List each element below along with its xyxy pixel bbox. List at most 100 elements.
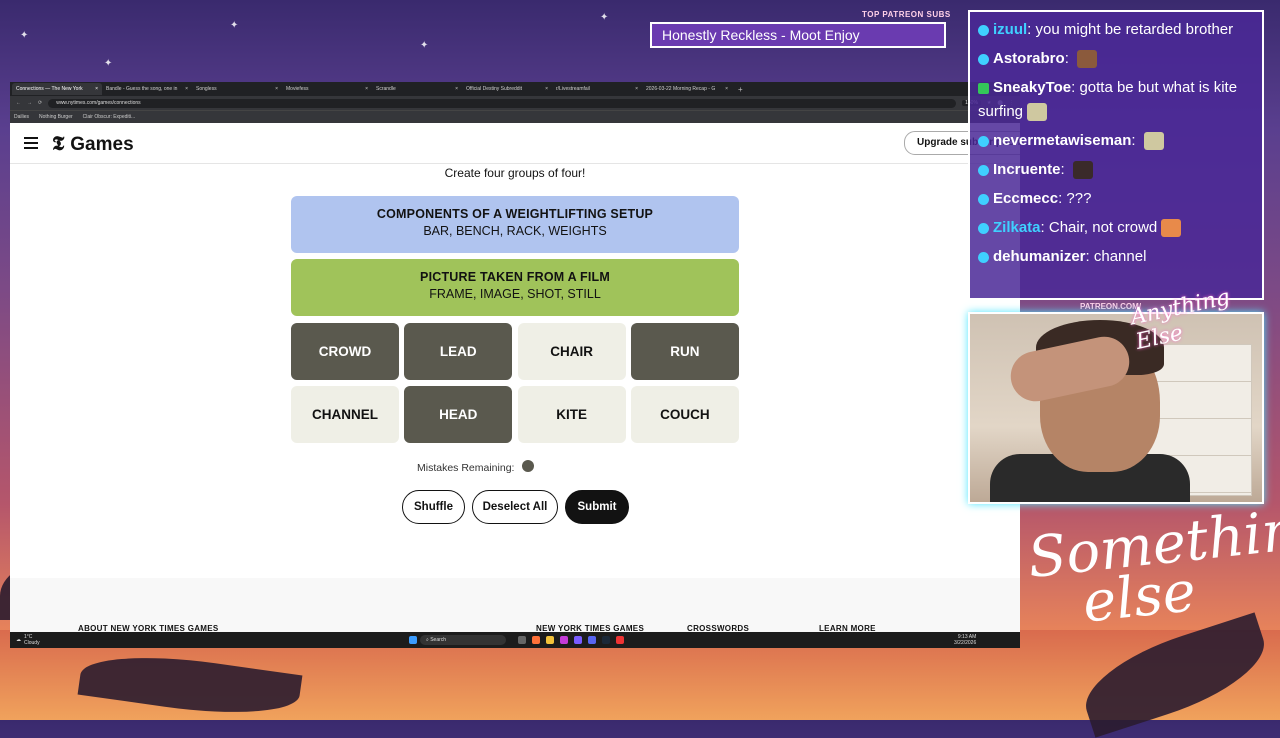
close-tab-icon[interactable]: ×	[272, 86, 278, 92]
tab-label: Connections — The New York	[16, 86, 83, 92]
word-tile-crowd[interactable]: CROWD	[291, 323, 399, 380]
discord-icon[interactable]	[588, 636, 596, 644]
chat-separator: :	[1060, 161, 1069, 178]
chat-message: nevermetawiseman:	[978, 129, 1254, 153]
submit-button[interactable]: Submit	[565, 490, 629, 524]
bookmark-item[interactable]: Dailies	[14, 114, 29, 120]
browser-tab[interactable]: Bandle - Guess the song, one in ×	[102, 83, 192, 95]
chat-separator: :	[1085, 248, 1094, 265]
mistake-dot	[522, 460, 535, 472]
chat-text: ???	[1066, 190, 1092, 207]
word-tile-head[interactable]: HEAD	[404, 386, 513, 443]
chat-username[interactable]: SneakyToe	[993, 79, 1071, 96]
weather-desc: Cloudy	[24, 640, 40, 646]
chat-badge-icon	[978, 164, 989, 176]
nyt-logo[interactable]: 𝕿 Games	[52, 131, 134, 156]
chat-username[interactable]: izuul	[993, 21, 1027, 38]
chat-message: SneakyToe: gotta be but what is kite sur…	[978, 76, 1254, 124]
chat-badge-icon	[978, 82, 989, 94]
browser-window: Connections — The New York × Bandle - Gues…	[10, 82, 1020, 648]
chat-badge-icon	[978, 193, 989, 205]
sparkle: ✦	[230, 20, 239, 31]
chat-username[interactable]: nevermetawiseman	[993, 132, 1131, 149]
close-tab-icon[interactable]: ×	[452, 86, 458, 92]
chat-badge-icon	[978, 251, 989, 263]
chrome-icon[interactable]	[616, 636, 624, 644]
chat-username[interactable]: Incruente	[993, 161, 1061, 178]
browser-tab[interactable]: Connections — The New York ×	[12, 83, 102, 95]
browser-tab[interactable]: Official Destiny Subreddit ×	[462, 83, 552, 95]
chat-badge-icon	[978, 53, 989, 65]
chat-text: channel	[1093, 248, 1147, 265]
word-tile-kite[interactable]: KITE	[517, 386, 626, 443]
url-field[interactable]: www.nytimes.com/games/connections	[48, 98, 957, 108]
word-tile-couch[interactable]: COUCH	[630, 386, 739, 443]
chat-emote-icon	[1027, 103, 1048, 122]
word-tile-run[interactable]: RUN	[630, 323, 739, 380]
group-title: COMPONENTS OF A WEIGHTLIFTING SETUP	[376, 207, 654, 221]
chat-badge-icon	[978, 24, 989, 36]
close-tab-icon[interactable]: ×	[362, 86, 368, 92]
close-tab-icon[interactable]: ×	[182, 86, 188, 92]
browser-tab[interactable]: 2026-03-22 Morning Recap - G ×	[642, 83, 732, 95]
address-bar-row: ← → ⟳ www.nytimes.com/games/connections …	[10, 96, 1020, 110]
chat-text: Chair, not crowd	[1048, 219, 1158, 236]
bookmark-item[interactable]: Clair Obscur: Expediti...	[83, 114, 136, 120]
taskbar-app-icons[interactable]	[515, 632, 627, 648]
forward-icon[interactable]: →	[27, 100, 32, 106]
chat-badge-icon	[978, 135, 989, 147]
chat-emote-icon	[1077, 50, 1098, 69]
word-tile-chair[interactable]: CHAIR	[517, 323, 626, 380]
chat-message: izuul: you might be retarded brother	[978, 18, 1254, 42]
solved-group-weightlifting: COMPONENTS OF A WEIGHTLIFTING SETUP BAR,…	[291, 196, 739, 253]
taskbar-search[interactable]: ⌕ Search	[420, 632, 506, 648]
back-icon[interactable]: ←	[16, 100, 21, 106]
task-view-icon[interactable]	[518, 636, 526, 644]
tab-label: Songless	[196, 86, 217, 92]
hamburger-menu-icon[interactable]	[24, 137, 38, 149]
windows-start-icon[interactable]	[406, 632, 420, 648]
chat-separator: :	[1040, 219, 1049, 236]
deselect-all-button[interactable]: Deselect All	[472, 490, 558, 524]
chat-message: Eccmecc: ???	[978, 187, 1254, 211]
browser-tab[interactable]: r/Livestreamfail ×	[552, 83, 642, 95]
chat-username[interactable]: Eccmecc	[993, 190, 1058, 207]
chat-username[interactable]: Zilkata	[993, 219, 1041, 236]
group-words: FRAME, IMAGE, SHOT, STILL	[429, 287, 601, 301]
weather-widget[interactable]: ☁ 1°C Cloudy	[16, 632, 40, 648]
chat-message: Incruente:	[978, 158, 1254, 182]
tab-label: Scrandle	[376, 86, 396, 92]
firefox-icon[interactable]	[532, 636, 540, 644]
browser-tab[interactable]: Moviefess ×	[282, 83, 372, 95]
close-tab-icon[interactable]: ×	[92, 86, 98, 92]
chat-username[interactable]: Astorabro	[993, 50, 1065, 67]
clock-date: 3/22/2026	[954, 640, 977, 646]
browser-tab[interactable]: Songless ×	[192, 83, 282, 95]
windows-taskbar: ☁ 1°C Cloudy ⌕ Search 9:13 AM 3/22/2026	[10, 632, 1020, 648]
chat-message: Astorabro:	[978, 47, 1254, 71]
app-icon[interactable]	[574, 636, 582, 644]
bookmark-item[interactable]: Nothing Burger	[39, 114, 73, 120]
chat-message: Zilkata: Chair, not crowd	[978, 216, 1254, 240]
steam-icon[interactable]	[602, 636, 610, 644]
chat-emote-icon	[1161, 219, 1182, 238]
browser-tab[interactable]: Scrandle ×	[372, 83, 462, 95]
shuffle-button[interactable]: Shuffle	[402, 490, 465, 524]
sparkle: ✦	[20, 30, 29, 41]
word-tile-lead[interactable]: LEAD	[404, 323, 513, 380]
site-header: 𝕿Games Upgrade subscription	[10, 123, 1020, 164]
nyt-logo-mark: 𝕿	[52, 130, 65, 155]
something-else-logo: Something else	[1025, 494, 1280, 635]
folder-icon[interactable]	[546, 636, 554, 644]
app-icon[interactable]	[560, 636, 568, 644]
tab-label: 2026-03-22 Morning Recap - G	[646, 86, 716, 92]
close-tab-icon[interactable]: ×	[542, 86, 548, 92]
chat-username[interactable]: dehumanizer	[993, 248, 1086, 265]
reload-icon[interactable]: ⟳	[38, 100, 42, 106]
close-tab-icon[interactable]: ×	[632, 86, 638, 92]
tab-label: Moviefess	[286, 86, 309, 92]
close-tab-icon[interactable]: ×	[722, 86, 728, 92]
clock[interactable]: 9:13 AM 3/22/2026	[954, 632, 976, 648]
new-tab-icon[interactable]: +	[738, 85, 743, 94]
word-tile-channel[interactable]: CHANNEL	[291, 386, 399, 443]
